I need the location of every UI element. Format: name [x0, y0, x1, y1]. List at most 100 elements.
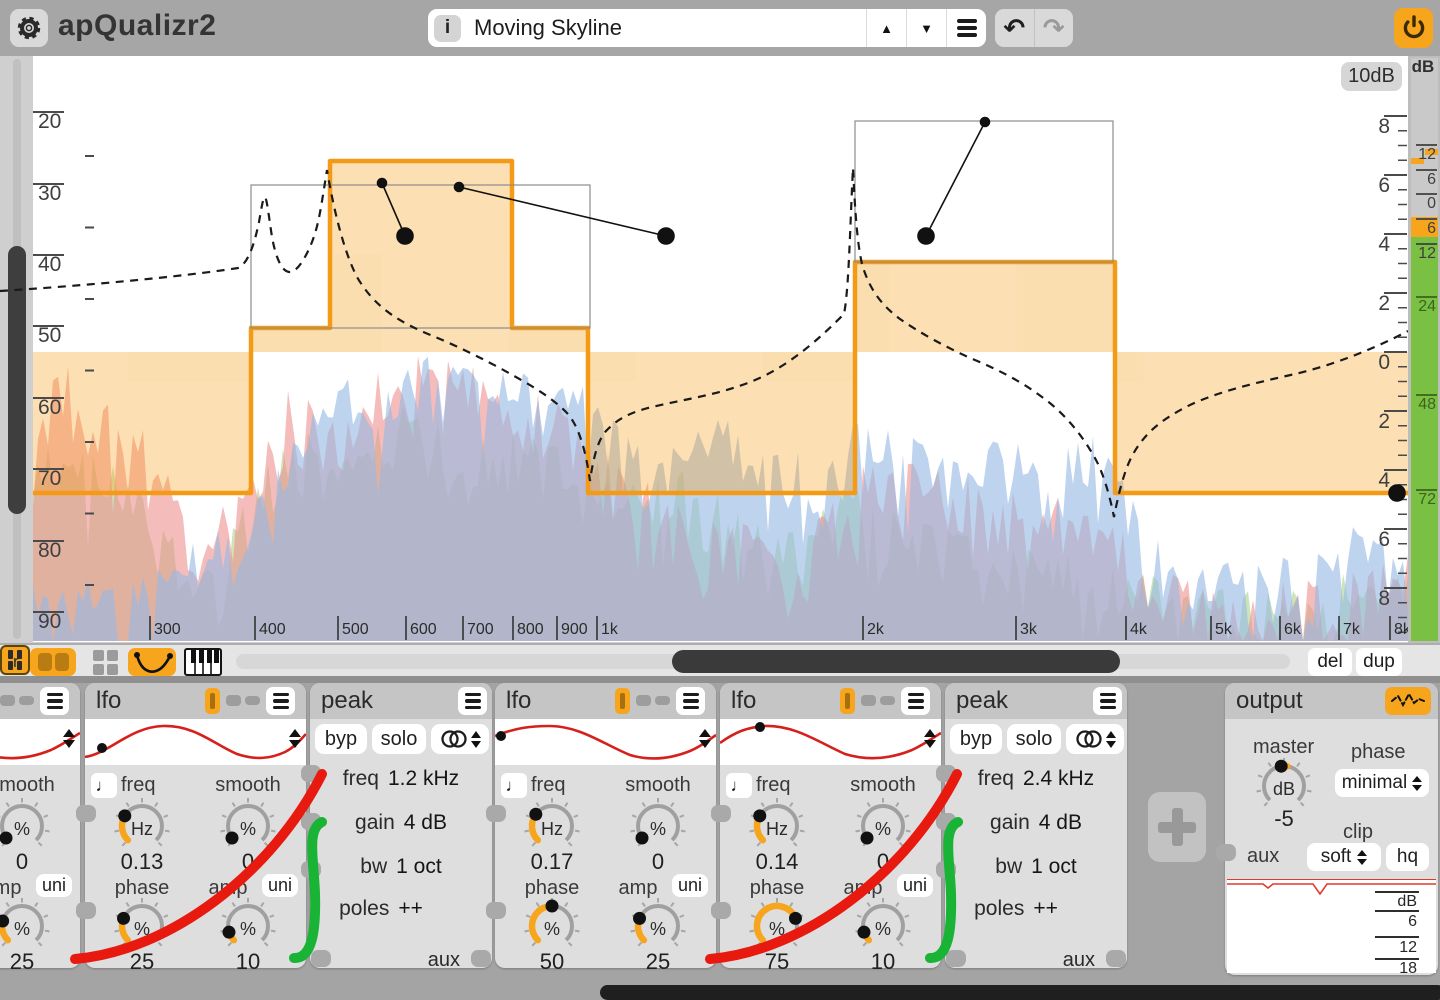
- amp-knob[interactable]: %: [0, 897, 54, 955]
- smooth-knob[interactable]: %: [0, 797, 54, 855]
- gain-mod-socket[interactable]: [301, 813, 321, 830]
- mod-input-socket[interactable]: [486, 902, 506, 919]
- aux-socket[interactable]: [1216, 844, 1236, 861]
- freq-mod-socket[interactable]: [936, 765, 956, 782]
- module-menu-button[interactable]: [266, 687, 295, 715]
- uni-toggle[interactable]: uni: [897, 874, 933, 897]
- solo-button[interactable]: solo: [372, 724, 426, 754]
- db-scale-badge[interactable]: 10dB: [1341, 62, 1402, 91]
- preset-selector[interactable]: i Moving Skyline ▲ ▼: [428, 9, 986, 47]
- module-menu-button[interactable]: [40, 687, 69, 715]
- amp-knob[interactable]: %: [851, 897, 915, 955]
- lfo-slot-toggle-2[interactable]: [861, 695, 876, 706]
- freq-knob[interactable]: Hz: [745, 797, 809, 855]
- lfo-slot-toggle-1[interactable]: [205, 688, 220, 714]
- lfo-slot-toggle-2[interactable]: [226, 695, 241, 706]
- freq-knob[interactable]: Hz: [110, 797, 174, 855]
- lfo-waveform-display[interactable]: [495, 719, 716, 765]
- undo-button[interactable]: ↶: [995, 9, 1035, 47]
- display-scrollbar-thumb[interactable]: [672, 650, 1120, 673]
- module-menu-button[interactable]: [1093, 687, 1122, 715]
- bottom-socket[interactable]: [311, 950, 331, 967]
- redo-button[interactable]: ↷: [1035, 9, 1074, 47]
- scope-button[interactable]: [1385, 687, 1431, 715]
- smooth-knob[interactable]: %: [626, 797, 690, 855]
- bypass-button[interactable]: byp: [315, 724, 367, 754]
- aux-label: aux: [1063, 949, 1095, 972]
- mod-input-socket[interactable]: [711, 805, 731, 822]
- amp-knob[interactable]: %: [626, 897, 690, 955]
- lfo-slot-toggle-1[interactable]: [615, 688, 630, 714]
- gain-mod-socket[interactable]: [936, 813, 956, 830]
- keyboard-mode-toggle[interactable]: [184, 648, 222, 676]
- stereo-mode-selector[interactable]: [1066, 724, 1124, 754]
- lfo-slot-toggle-1[interactable]: [840, 688, 855, 714]
- aux-socket[interactable]: [1106, 950, 1126, 967]
- module-menu-button[interactable]: [901, 687, 930, 715]
- delete-button[interactable]: del: [1308, 648, 1352, 676]
- lfo-slot-toggle-2[interactable]: [0, 695, 15, 706]
- poles-value: ++: [1033, 897, 1058, 920]
- power-button[interactable]: [1394, 8, 1433, 48]
- mod-input-socket[interactable]: [711, 902, 731, 919]
- eq-graph[interactable]: 2030405060708090864202468300400500600700…: [0, 56, 1440, 643]
- tempo-sync-icon[interactable]: ♩: [726, 773, 752, 798]
- waveform-stepper[interactable]: [289, 729, 301, 748]
- curve-mode-toggle[interactable]: [128, 648, 176, 676]
- grid-view-toggle[interactable]: [86, 648, 124, 676]
- tempo-sync-icon[interactable]: ♩: [501, 773, 527, 798]
- aux-socket[interactable]: [471, 950, 491, 967]
- phase-knob[interactable]: %: [520, 897, 584, 955]
- freq-knob[interactable]: Hz: [520, 797, 584, 855]
- stereo-mode-selector[interactable]: [431, 724, 489, 754]
- stereo-stepper[interactable]: [1106, 731, 1116, 748]
- clip-mode-select[interactable]: soft: [1307, 843, 1381, 871]
- hq-toggle[interactable]: hq: [1386, 843, 1429, 871]
- smooth-knob[interactable]: %: [216, 797, 280, 855]
- uni-toggle[interactable]: uni: [672, 874, 708, 897]
- freq-mod-socket[interactable]: [301, 765, 321, 782]
- bottom-socket[interactable]: [946, 950, 966, 967]
- lfo-slot-toggle-3[interactable]: [655, 696, 670, 705]
- uni-toggle[interactable]: uni: [36, 874, 72, 897]
- stereo-stepper[interactable]: [471, 731, 481, 748]
- phase-label: phase: [1351, 741, 1406, 764]
- bw-mod-socket[interactable]: [936, 861, 956, 878]
- module-menu-button[interactable]: [676, 687, 705, 715]
- preset-next-button[interactable]: ▼: [906, 9, 946, 47]
- amp-knob[interactable]: %: [216, 897, 280, 955]
- display-toolbar: r del dup: [0, 643, 1440, 676]
- lfo-slot-toggle-3[interactable]: [245, 696, 260, 705]
- phase-knob[interactable]: %: [110, 897, 174, 955]
- bw-mod-socket[interactable]: [301, 861, 321, 878]
- settings-button[interactable]: [10, 9, 48, 47]
- tempo-sync-icon[interactable]: ♩: [91, 773, 117, 798]
- lfo-slot-toggle-3[interactable]: [880, 696, 895, 705]
- waveform-stepper[interactable]: [63, 729, 75, 748]
- preset-menu-button[interactable]: [946, 9, 986, 47]
- waveform-stepper[interactable]: [699, 729, 711, 748]
- mod-input-socket[interactable]: [76, 805, 96, 822]
- lfo-slot-toggle-3[interactable]: [19, 696, 34, 705]
- lfo-waveform-display[interactable]: [720, 719, 941, 765]
- lfo-slot-toggle-2[interactable]: [636, 695, 651, 706]
- preset-prev-button[interactable]: ▲: [866, 9, 906, 47]
- info-button[interactable]: i: [434, 15, 461, 42]
- phase-knob[interactable]: %: [745, 897, 809, 955]
- add-module-button[interactable]: [1148, 792, 1206, 862]
- waveform-stepper[interactable]: [924, 729, 936, 748]
- bypass-button[interactable]: byp: [950, 724, 1002, 754]
- rack-scrollbar-thumb[interactable]: [600, 985, 1440, 1000]
- module-menu-button[interactable]: [458, 687, 487, 715]
- uni-toggle[interactable]: uni: [262, 874, 298, 897]
- mod-input-socket[interactable]: [486, 805, 506, 822]
- module-output: output master dB -5 phase minimal clip a…: [1225, 683, 1438, 975]
- solo-button[interactable]: solo: [1007, 724, 1061, 754]
- duplicate-button[interactable]: dup: [1356, 648, 1402, 676]
- phase-mode-select[interactable]: minimal: [1335, 769, 1429, 797]
- lfo-waveform-display[interactable]: [0, 719, 80, 765]
- dual-display-toggle[interactable]: [30, 648, 76, 676]
- smooth-knob[interactable]: %: [851, 797, 915, 855]
- mod-input-socket[interactable]: [76, 902, 96, 919]
- lfo-waveform-display[interactable]: [85, 719, 306, 765]
